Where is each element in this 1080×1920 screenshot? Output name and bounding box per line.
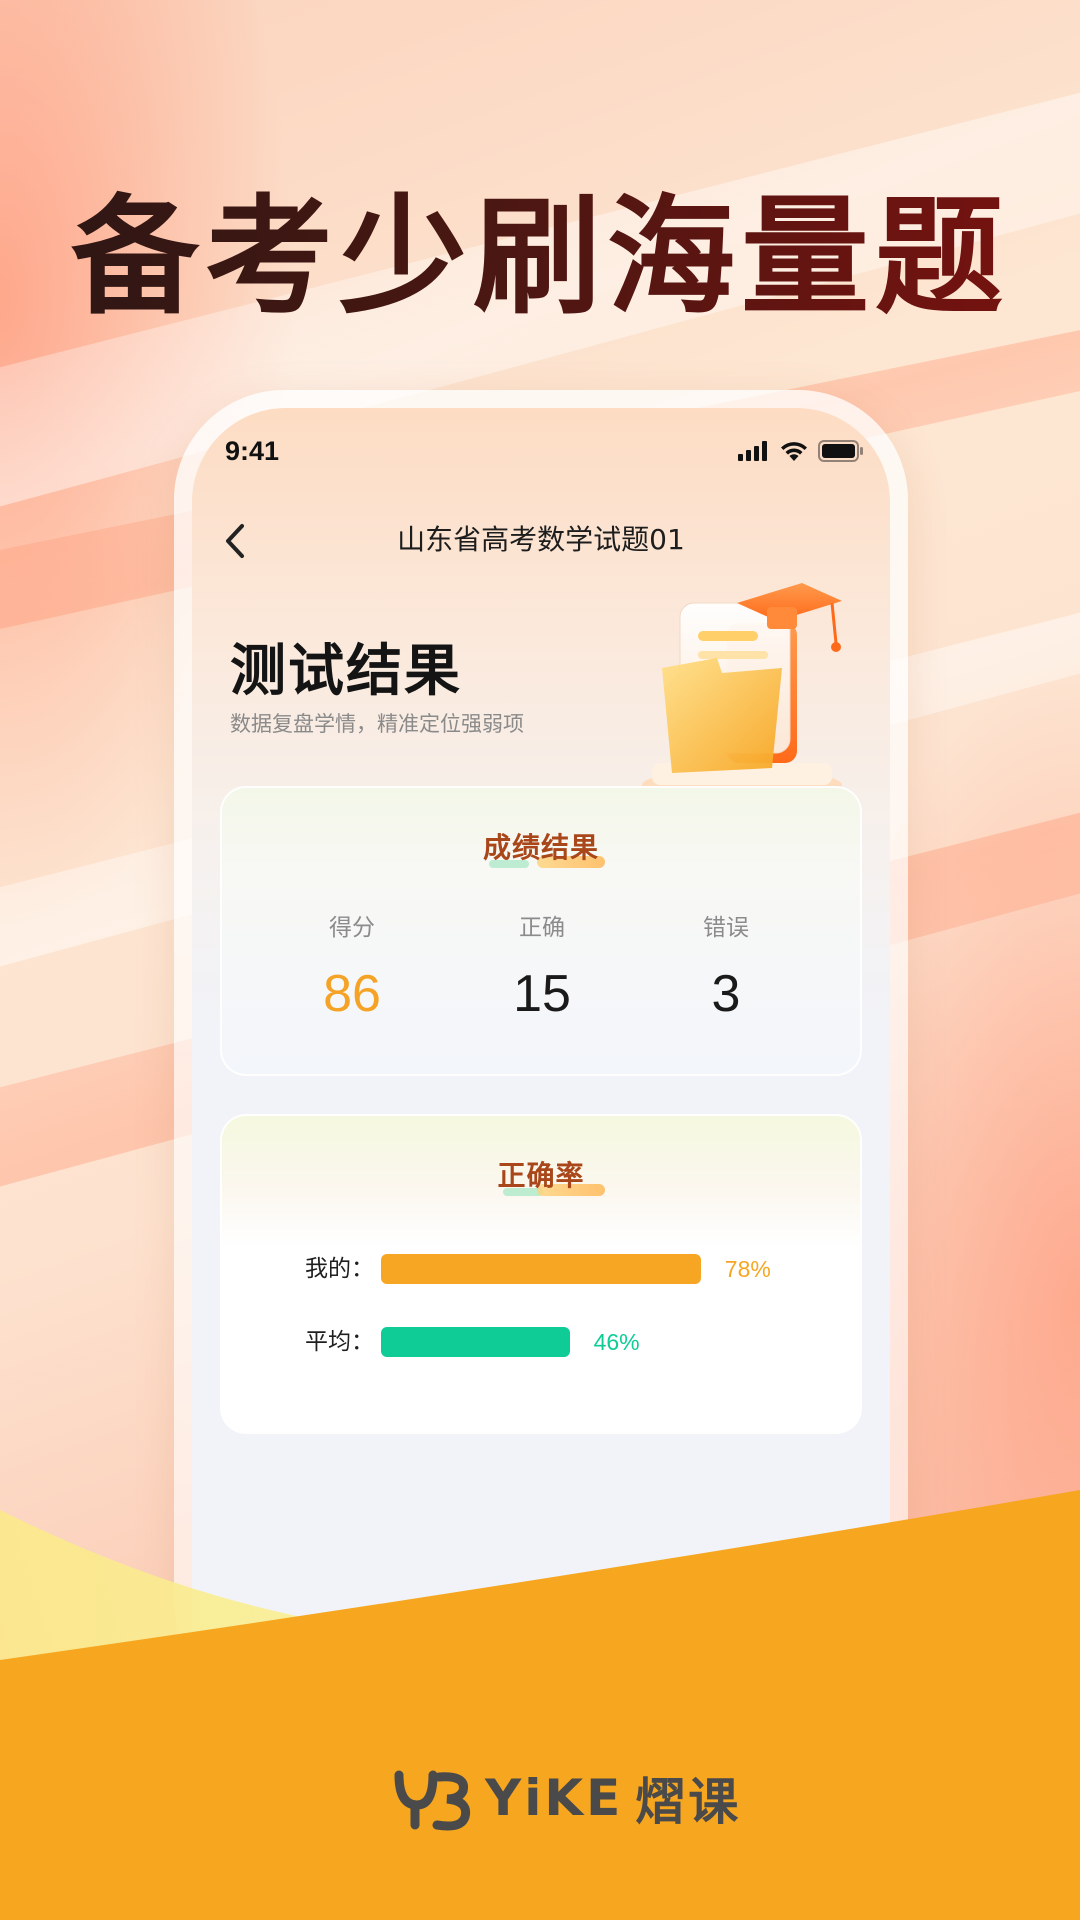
- stat-wrong-value: 3: [711, 965, 741, 1023]
- score-result-card: 成绩结果 得分 86 正确 15 错误 3: [220, 786, 862, 1076]
- accuracy-bar-average: [381, 1327, 570, 1357]
- accuracy-pct-mine: 78%: [724, 1256, 771, 1282]
- result-subtitle: 数据复盘学情，精准定位强弱项: [230, 712, 524, 736]
- stat-correct: 正确 15: [452, 908, 632, 1024]
- status-icons: [738, 440, 864, 462]
- score-card-title-text: 成绩结果: [482, 831, 599, 864]
- signal-icon: [738, 441, 767, 461]
- book-graduation-cap-illustration: [642, 583, 842, 801]
- wifi-icon: [781, 442, 807, 461]
- score-card-title: 成绩结果: [482, 826, 605, 868]
- bottom-wave: [0, 1490, 1080, 1920]
- stat-score: 得分 86: [262, 908, 442, 1024]
- stat-score-value: 86: [323, 965, 381, 1023]
- brand-name-cn: 熠课: [635, 1773, 742, 1831]
- stat-wrong: 错误 3: [636, 908, 816, 1024]
- accuracy-row-mine-label: 我的：: [305, 1256, 374, 1282]
- brand-name-latin: YiKE: [485, 1769, 624, 1827]
- battery-icon: [818, 440, 863, 462]
- stat-wrong-label: 错误: [703, 915, 749, 941]
- stat-correct-value: 15: [513, 965, 571, 1023]
- accuracy-row-mine: 我的： 78%: [222, 1252, 860, 1286]
- accuracy-card-title-text: 正确率: [497, 1159, 585, 1192]
- accuracy-bar-mine: [381, 1254, 701, 1284]
- headline: 备考少刷海量题: [0, 188, 1080, 328]
- accuracy-card: 正确率 我的： 78% 平均： 46%: [220, 1114, 862, 1434]
- yike-logo-icon: [394, 1770, 471, 1831]
- brand-logo: YiKE 熠课: [393, 1762, 741, 1834]
- result-title: 测试结果: [230, 639, 462, 704]
- accuracy-row-average-label: 平均：: [305, 1329, 374, 1355]
- accuracy-row-average: 平均： 46%: [222, 1325, 860, 1359]
- accuracy-card-title: 正确率: [497, 1154, 605, 1196]
- status-time: 9:41: [225, 436, 280, 466]
- accuracy-pct-average: 46%: [593, 1329, 640, 1355]
- stat-score-label: 得分: [329, 915, 375, 941]
- nav-title: 山东省高考数学试题01: [397, 523, 685, 556]
- stat-correct-label: 正确: [519, 915, 565, 941]
